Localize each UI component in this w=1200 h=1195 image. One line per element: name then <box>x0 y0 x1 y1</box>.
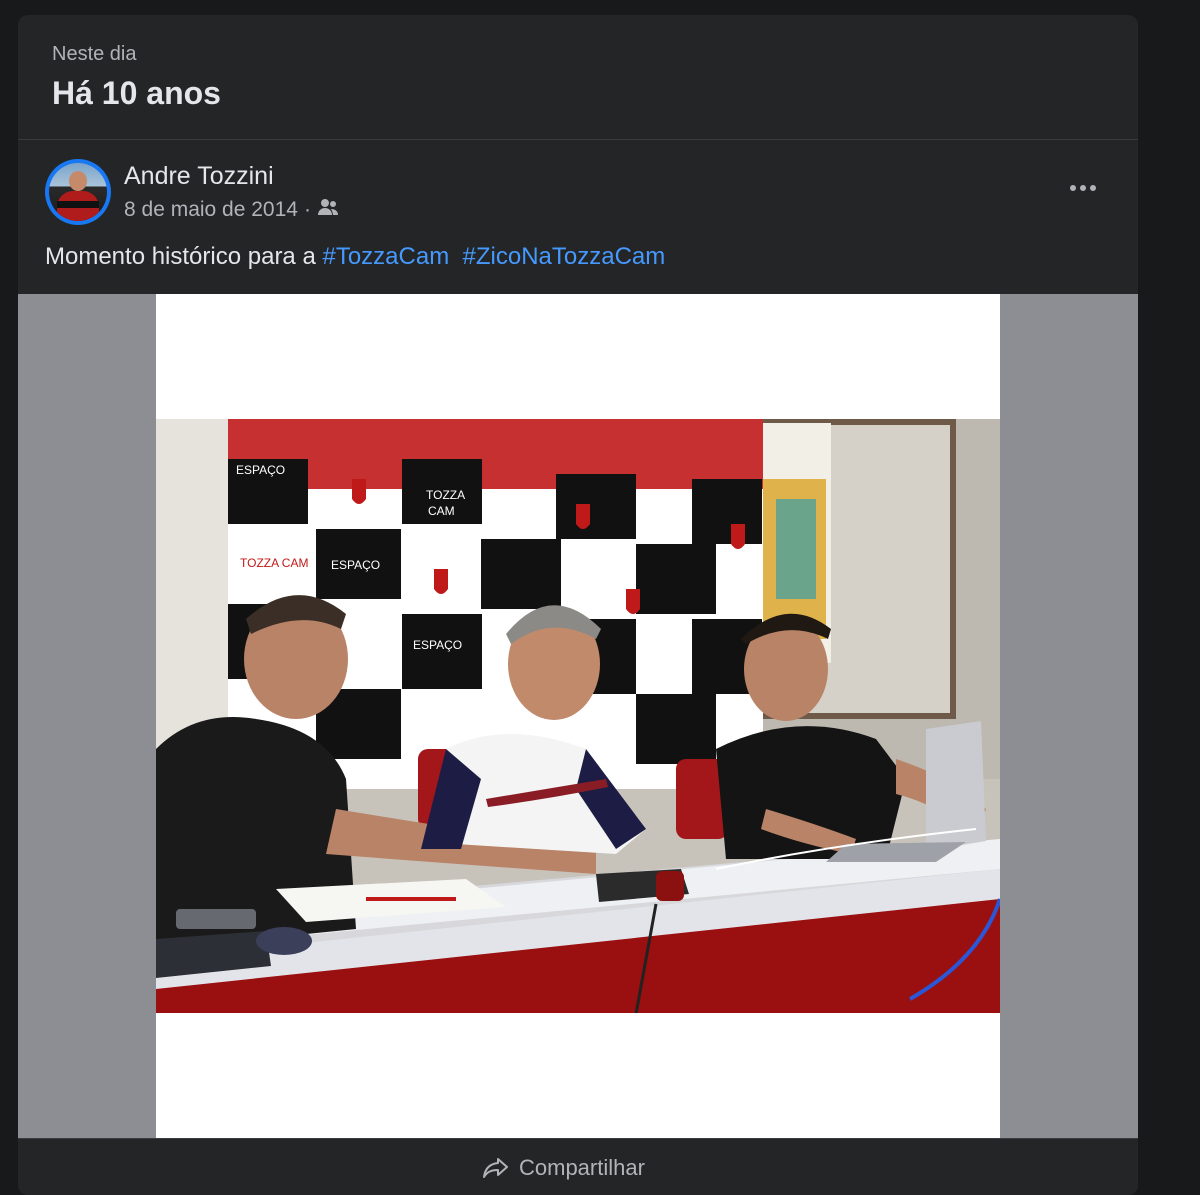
avatar-photo <box>49 163 107 221</box>
hashtag-tozzacam[interactable]: #TozzaCam <box>322 243 449 270</box>
share-button[interactable]: Compartilhar <box>483 1155 645 1181</box>
post-meta: 8 de maio de 2014 · <box>124 198 339 222</box>
friends-icon[interactable] <box>317 198 339 222</box>
post-date[interactable]: 8 de maio de 2014 <box>124 198 298 222</box>
action-bar: Compartilhar <box>18 1138 1138 1195</box>
share-icon <box>483 1158 508 1178</box>
backdrop-label: ESPAÇO <box>236 463 285 477</box>
share-label: Compartilhar <box>519 1155 645 1180</box>
section-label: Neste dia <box>52 43 137 65</box>
post-text: Momento histórico para a #TozzaCam #Zico… <box>45 243 665 271</box>
backdrop-label: TOZZA <box>426 488 465 502</box>
post-text-prefix: Momento histórico para a <box>45 243 323 270</box>
post-header: Andre Tozzini 8 de maio de 2014 · <box>18 140 1138 250</box>
backdrop-label: ESPAÇO <box>413 638 462 652</box>
post-photo[interactable]: ESPAÇO TOZZA CAM ESPAÇO TOZZA CAM ESPAÇO <box>156 419 1000 1013</box>
backdrop-label: CAM <box>428 504 455 518</box>
author-name[interactable]: Andre Tozzini <box>124 162 274 191</box>
post-media[interactable]: ESPAÇO TOZZA CAM ESPAÇO TOZZA CAM ESPAÇO <box>18 294 1138 1138</box>
hashtag-ziconatozzacam[interactable]: #ZicoNaTozzaCam <box>463 243 666 270</box>
avatar[interactable] <box>45 159 111 225</box>
more-options-icon[interactable] <box>1058 170 1108 206</box>
backdrop-label: ESPAÇO <box>331 558 380 572</box>
photo-frame: ESPAÇO TOZZA CAM ESPAÇO TOZZA CAM ESPAÇO <box>156 294 1000 1138</box>
memory-header: Neste dia Há 10 anos <box>18 15 1138 140</box>
memory-title: Há 10 anos <box>52 75 221 111</box>
meta-separator: · <box>303 198 311 221</box>
memory-card: Neste dia Há 10 anos Andre Tozzini 8 de … <box>18 15 1138 1195</box>
backdrop-label: TOZZA CAM <box>240 556 308 570</box>
